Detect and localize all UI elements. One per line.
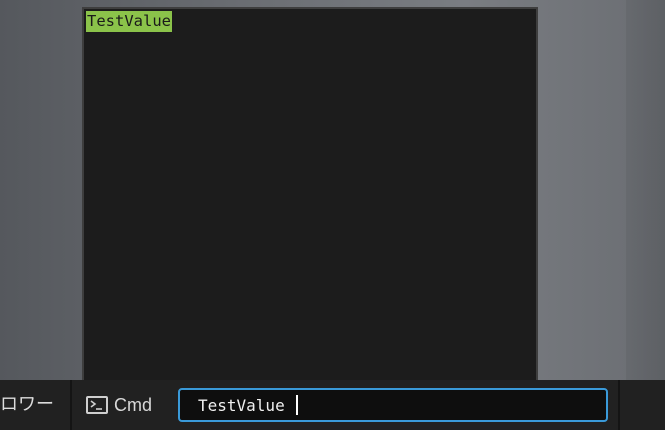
cmd-button[interactable]: Cmd: [86, 390, 152, 420]
cmd-button-label: Cmd: [114, 394, 153, 415]
desktop-background: [626, 0, 665, 380]
terminal-icon: [86, 396, 108, 414]
taskbar-separator-right: [618, 380, 620, 430]
taskbar-item-label-truncated[interactable]: ロワー: [0, 392, 54, 418]
taskbar: ロワー Cmd: [0, 380, 665, 430]
command-output-panel: TestValue: [82, 7, 538, 386]
text-caret: [296, 395, 298, 415]
command-input[interactable]: [178, 388, 608, 422]
taskbar-separator: [70, 380, 72, 430]
output-line-highlighted: TestValue: [86, 11, 172, 32]
